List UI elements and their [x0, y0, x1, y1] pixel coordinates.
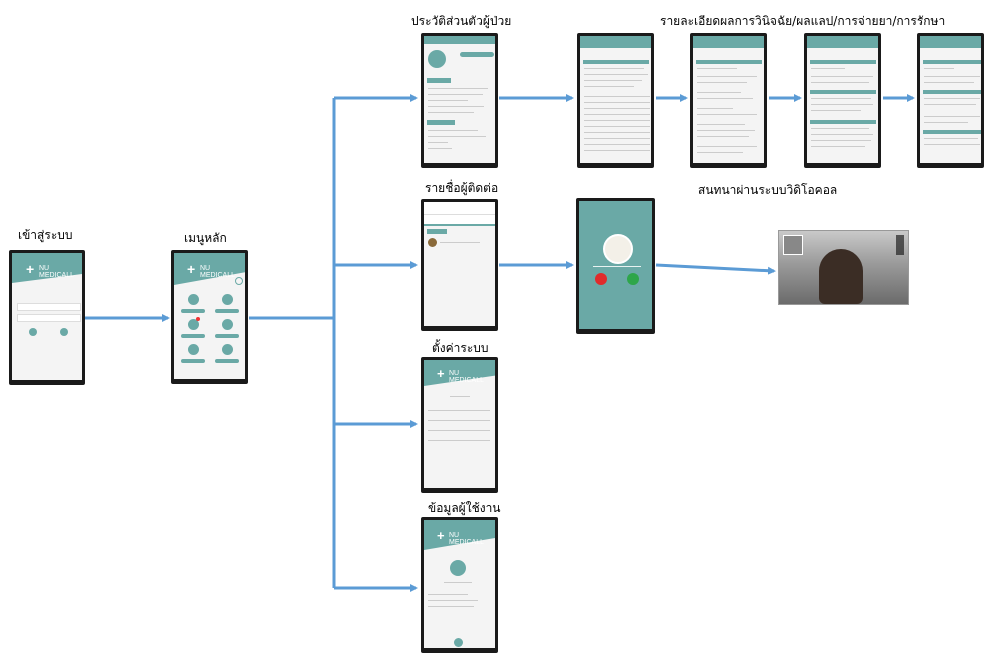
accept-call-button[interactable] [627, 273, 639, 285]
menu-refresh-icon[interactable] [235, 277, 243, 285]
user-logo-cross-icon: + [437, 528, 445, 543]
diag3-topbar [807, 36, 878, 48]
video-self-view [783, 235, 803, 255]
caller-name [593, 266, 641, 267]
caller-avatar [603, 234, 633, 264]
phone-diagnosis-3 [804, 33, 881, 168]
phone-diagnosis-2 [690, 33, 767, 168]
settings-row-1[interactable] [428, 410, 490, 411]
menu-document-icon[interactable] [222, 294, 233, 305]
contact-avatar[interactable] [428, 238, 437, 247]
login-refresh-icon[interactable] [60, 328, 68, 336]
menu-screen: + NU MEDICALL [174, 253, 245, 379]
contacts-screen [424, 202, 495, 326]
settings-title [450, 396, 470, 397]
menu-user-icon[interactable] [222, 319, 233, 330]
contacts-search-bar[interactable] [424, 202, 495, 215]
menu-btn-4[interactable] [215, 334, 239, 338]
login-user-icon[interactable] [29, 328, 37, 336]
label-video-call: สนทนาผ่านระบบวิดิโอคอล [698, 183, 838, 197]
user-edit-icon[interactable] [454, 638, 463, 647]
contacts-section-header [427, 229, 447, 234]
decline-call-button[interactable] [595, 273, 607, 285]
menu-btn-3[interactable] [181, 334, 205, 338]
history-topbar [424, 36, 495, 44]
settings-row-4[interactable] [428, 440, 490, 441]
call-screen [579, 201, 652, 329]
login-username-field[interactable] [17, 303, 81, 311]
history-edit-button[interactable] [460, 52, 494, 57]
login-password-field[interactable] [17, 314, 81, 322]
menu-search-icon[interactable] [188, 294, 199, 305]
label-login: เข้าสู่ระบบ [18, 228, 73, 242]
label-diagnosis-details: รายละเอียดผลการวินิจฉัย/ผลแลป/การจ่ายยา/… [660, 14, 946, 28]
label-patient-history: ประวัติส่วนตัวผู้ป่วย [411, 14, 512, 28]
settings-logo-cross-icon: + [437, 366, 445, 381]
menu-btn-5[interactable] [181, 359, 205, 363]
menu-btn-2[interactable] [215, 309, 239, 313]
phone-settings: + NU MEDICALL [421, 357, 498, 493]
diag2-topbar [693, 36, 764, 48]
menu-btn-6[interactable] [215, 359, 239, 363]
label-settings: ตั้งค่าระบบ [432, 341, 489, 355]
phone-diagnosis-4 [917, 33, 984, 168]
settings-row-2[interactable] [428, 420, 490, 421]
phone-user-info: + NU MEDICALL [421, 517, 498, 653]
phone-contacts [421, 199, 498, 331]
phone-patient-history [421, 33, 498, 168]
video-controls-icon[interactable] [896, 235, 904, 255]
history-section-1 [427, 78, 451, 83]
video-call-image [778, 230, 909, 305]
history-avatar-icon [428, 50, 446, 68]
settings-brand: NU MEDICALL [449, 370, 485, 384]
user-info-screen: + NU MEDICALL [424, 520, 495, 648]
phone-main-menu: + NU MEDICALL [171, 250, 248, 384]
contact-name[interactable] [440, 242, 480, 243]
label-contacts: รายชื่อผู้ติดต่อ [425, 181, 499, 195]
phone-diagnosis-1 [577, 33, 654, 168]
arrow-call-to-video [655, 263, 776, 275]
menu-btn-1[interactable] [181, 309, 205, 313]
settings-row-3[interactable] [428, 430, 490, 431]
user-brand: NU MEDICALL [449, 532, 485, 546]
diag4-topbar [920, 36, 981, 48]
diag1-topbar [580, 36, 651, 48]
login-brand: NU MEDICALL [39, 265, 75, 279]
login-screen: + NU MEDICALL [12, 253, 82, 380]
history-screen [424, 36, 495, 163]
menu-settings-icon[interactable] [188, 344, 199, 355]
settings-screen: + NU MEDICALL [424, 360, 495, 488]
phone-call [576, 198, 655, 334]
contacts-tabs[interactable] [424, 215, 495, 226]
label-main-menu: เมนูหลัก [184, 231, 227, 245]
menu-logo-cross-icon: + [187, 261, 196, 277]
menu-notification-badge [196, 317, 200, 321]
history-section-2 [427, 120, 455, 125]
menu-video-icon[interactable] [222, 344, 233, 355]
logo-cross-icon: + [26, 261, 35, 277]
user-avatar-icon [450, 560, 466, 576]
phone-login: + NU MEDICALL [9, 250, 85, 385]
label-user-info: ข้อมูลผู้ใช้งาน [428, 501, 501, 515]
video-person [819, 249, 863, 304]
